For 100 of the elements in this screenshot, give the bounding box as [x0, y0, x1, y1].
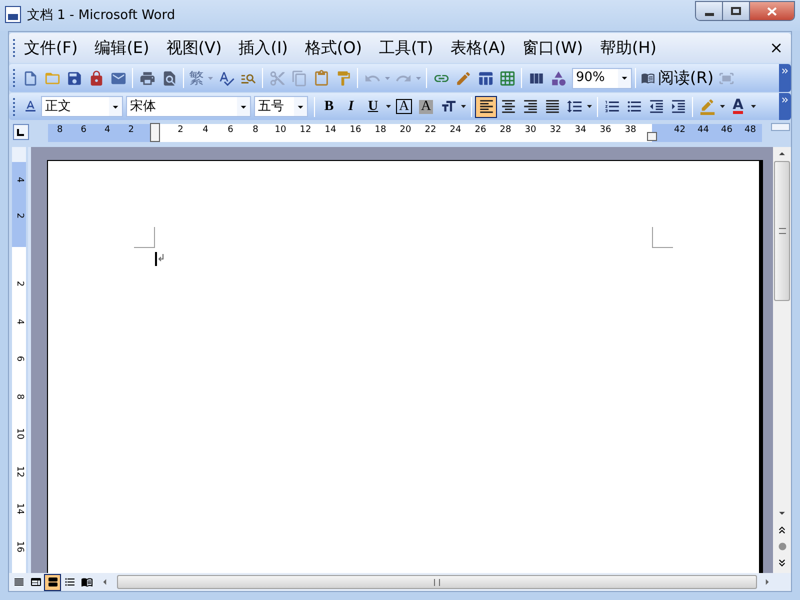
- menu-item[interactable]: 帮助(H): [600, 36, 657, 60]
- ruler-number: 44: [696, 124, 710, 137]
- chevron-icon: [780, 95, 790, 105]
- align-right-icon: [522, 98, 538, 115]
- traditional-chinese-button[interactable]: 繁: [187, 67, 206, 89]
- menu-item[interactable]: 编辑(E): [94, 36, 150, 60]
- dropdown-value: 正文: [44, 98, 72, 116]
- dropdown-value: 90%: [575, 69, 606, 88]
- align-left-icon: [478, 98, 494, 115]
- close-document-button[interactable]: ×: [770, 36, 783, 60]
- ruler-number: 30: [524, 124, 538, 137]
- dropdown-field[interactable]: 宋体: [126, 96, 251, 117]
- ruler-number: 20: [398, 124, 412, 137]
- menu-item[interactable]: 视图(V): [166, 36, 222, 60]
- ruler-number: 16: [13, 540, 26, 552]
- ruler-number: 2: [127, 124, 135, 137]
- close-button[interactable]: [750, 2, 794, 20]
- format-button[interactable]: A: [727, 96, 749, 118]
- ruler-number: 26: [474, 124, 488, 137]
- ruler-number: 46: [720, 124, 734, 137]
- ruler-number: 48: [744, 124, 757, 137]
- ruler-number: 6: [226, 124, 234, 137]
- ruler-number: 14: [324, 124, 338, 137]
- align-center-icon: [500, 98, 516, 115]
- word-document-icon: [5, 6, 21, 23]
- align-justify-icon: [544, 98, 560, 115]
- maximize-button[interactable]: [723, 2, 750, 20]
- dropdown-value: 宋体: [129, 98, 157, 116]
- print-layout-icon: [46, 576, 58, 588]
- ruler-number: 6: [80, 124, 88, 137]
- read-button[interactable]: 阅读(R): [639, 67, 716, 89]
- dropdown-arrow-button[interactable]: [237, 97, 250, 116]
- ruler-number: 2: [13, 280, 26, 287]
- toolbar-options-button[interactable]: [779, 64, 791, 92]
- chevron-icon: [780, 66, 790, 76]
- ruler-number: 42: [673, 124, 686, 137]
- reading-layout-icon: [80, 576, 92, 588]
- scroll-thumb[interactable]: [774, 161, 790, 301]
- dropdown-arrow-button[interactable]: [294, 97, 307, 116]
- format-button[interactable]: A: [415, 96, 437, 118]
- toolbar-grip[interactable]: [12, 38, 16, 58]
- scissors-icon: [268, 70, 286, 86]
- increase-indent-icon: [670, 98, 686, 115]
- align-left-button[interactable]: [475, 96, 497, 118]
- dropdown-field[interactable]: 90%: [572, 68, 632, 88]
- grid-icon: [498, 70, 516, 86]
- spellcheck-icon: [218, 70, 234, 86]
- horizontal-scroll-thumb[interactable]: [117, 575, 757, 589]
- pencil-icon: [454, 70, 472, 86]
- print-layout-button[interactable]: [44, 574, 61, 590]
- format-button[interactable]: U: [362, 96, 384, 118]
- tab-stop-selector[interactable]: [13, 124, 29, 140]
- ruler-number: 28: [498, 124, 512, 137]
- toolbar-grip[interactable]: [12, 68, 16, 88]
- close-icon: [767, 6, 777, 16]
- outline-view-icon: [64, 576, 76, 588]
- ruler-number: 34: [574, 124, 588, 137]
- menu-item[interactable]: 窗口(W): [522, 36, 584, 60]
- normal-view-icon: [12, 576, 24, 588]
- ruler-number: 24: [448, 124, 462, 137]
- split-handle[interactable]: [771, 123, 790, 131]
- menu-item[interactable]: 工具(T): [379, 36, 434, 60]
- maximize-icon: [731, 7, 741, 15]
- format-button[interactable]: B: [318, 96, 340, 118]
- dropdown-field[interactable]: 五号: [254, 96, 308, 117]
- menu-item[interactable]: 文件(F): [24, 36, 78, 60]
- ruler-number: 18: [374, 124, 388, 137]
- book-icon: [641, 71, 655, 85]
- ruler-number: 4: [13, 318, 26, 324]
- ruler-number: 12: [13, 466, 26, 477]
- window-title: 文档 1 - Microsoft Word: [27, 7, 176, 25]
- ruler-number: 10: [274, 124, 288, 137]
- dropdown-arrow-button[interactable]: [109, 97, 122, 116]
- menu-item[interactable]: 表格(A): [450, 36, 506, 60]
- dropdown-arrow-button[interactable]: [618, 68, 631, 88]
- clipboard-icon: [312, 70, 330, 86]
- menu-item[interactable]: 格式(O): [304, 36, 362, 60]
- format-button[interactable]: I: [340, 96, 362, 118]
- minimize-icon: [704, 12, 714, 16]
- ruler-number: 4: [13, 177, 26, 183]
- right-indent-marker[interactable]: [647, 132, 657, 141]
- toolbar-grip[interactable]: [12, 96, 16, 116]
- paragraph-mark-icon: [158, 254, 164, 262]
- ruler-number: 12: [298, 124, 312, 137]
- ruler-number: 8: [252, 124, 260, 137]
- dropdown-field[interactable]: 正文: [41, 96, 123, 117]
- ruler-number: 2: [13, 213, 26, 219]
- indent-marker[interactable]: [150, 123, 160, 142]
- printer-icon: [138, 70, 156, 86]
- ruler-number: 16: [348, 124, 362, 137]
- ruler-number: 32: [548, 124, 562, 137]
- decrease-indent-icon: [648, 98, 664, 115]
- dropdown-value: 五号: [257, 98, 285, 116]
- toolbar-options-button[interactable]: [779, 93, 791, 120]
- margin-corner-mark: [652, 227, 674, 248]
- menu-item[interactable]: 插入(I): [238, 36, 288, 60]
- ruler-number: 22: [424, 124, 438, 137]
- browse-object-icon[interactable]: [778, 542, 787, 551]
- ruler-number: 14: [13, 503, 26, 514]
- minimize-button[interactable]: [696, 2, 723, 20]
